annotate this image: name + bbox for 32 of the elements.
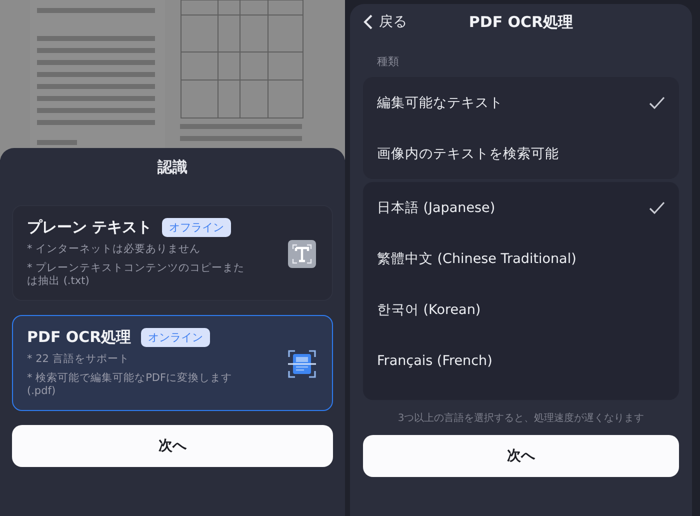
mode-option-card[interactable]: プレーン テキスト オフライン * インターネットは必要ありません * プレーンテキストコンテンツのコピーまたは抽出 (.txt) [12,205,333,301]
status-tag: オフライン [162,218,232,237]
panel-title: PDF OCR処理 [468,12,574,30]
hint-text: 3つ以上の言語を選択すると、処理速度が遅くなります [396,412,646,425]
option-label: 한국어 (Korean) [377,300,481,318]
mode-option-card[interactable]: PDF OCR処理 オンライン * 22 言語をサポート * 検索可能で編集可能なPDFに変換します (.pdf) [12,315,333,411]
mode-note: * 検索可能で編集可能なPDFに変換します (.pdf) [27,372,234,398]
type-option[interactable]: 画像内のテキストを検索可能 [363,128,679,179]
option-label: 日本語 (Japanese) [377,198,496,216]
mode-note: * 22 言語をサポート [27,353,130,366]
text-frame-icon [286,238,318,270]
language-option[interactable]: 繁體中文 (Chinese Traditional) [363,233,679,284]
option-label: 繁體中文 (Chinese Traditional) [377,250,576,268]
next-button[interactable]: 次へ [12,425,333,467]
mode-note: * インターネットは必要ありません [27,243,202,256]
section-label: 種類 [377,54,400,69]
language-option[interactable]: 日本語 (Japanese) [363,182,679,233]
document-scan-icon [286,348,318,380]
option-label: 編集可能なテキスト [377,94,503,112]
option-label: 画像内のテキストを検索可能 [377,144,559,162]
sheet-title: 認識 [158,158,188,177]
mode-note: * プレーンテキストコンテンツのコピーまたは抽出 (.txt) [27,262,246,288]
status-tag: オンライン [141,328,210,347]
type-option[interactable]: 編集可能なテキスト [363,77,679,128]
mode-name: プレーン テキスト [27,218,152,237]
option-label: Français (French) [377,352,492,368]
back-button[interactable]: 戻る [363,13,407,31]
language-option[interactable]: Français (French) [363,335,679,386]
next-button[interactable]: 次へ [363,435,679,477]
language-option[interactable]: 한국어 (Korean) [363,284,679,335]
mode-name: PDF OCR処理 [27,328,132,347]
chevron-left-icon [363,14,373,30]
